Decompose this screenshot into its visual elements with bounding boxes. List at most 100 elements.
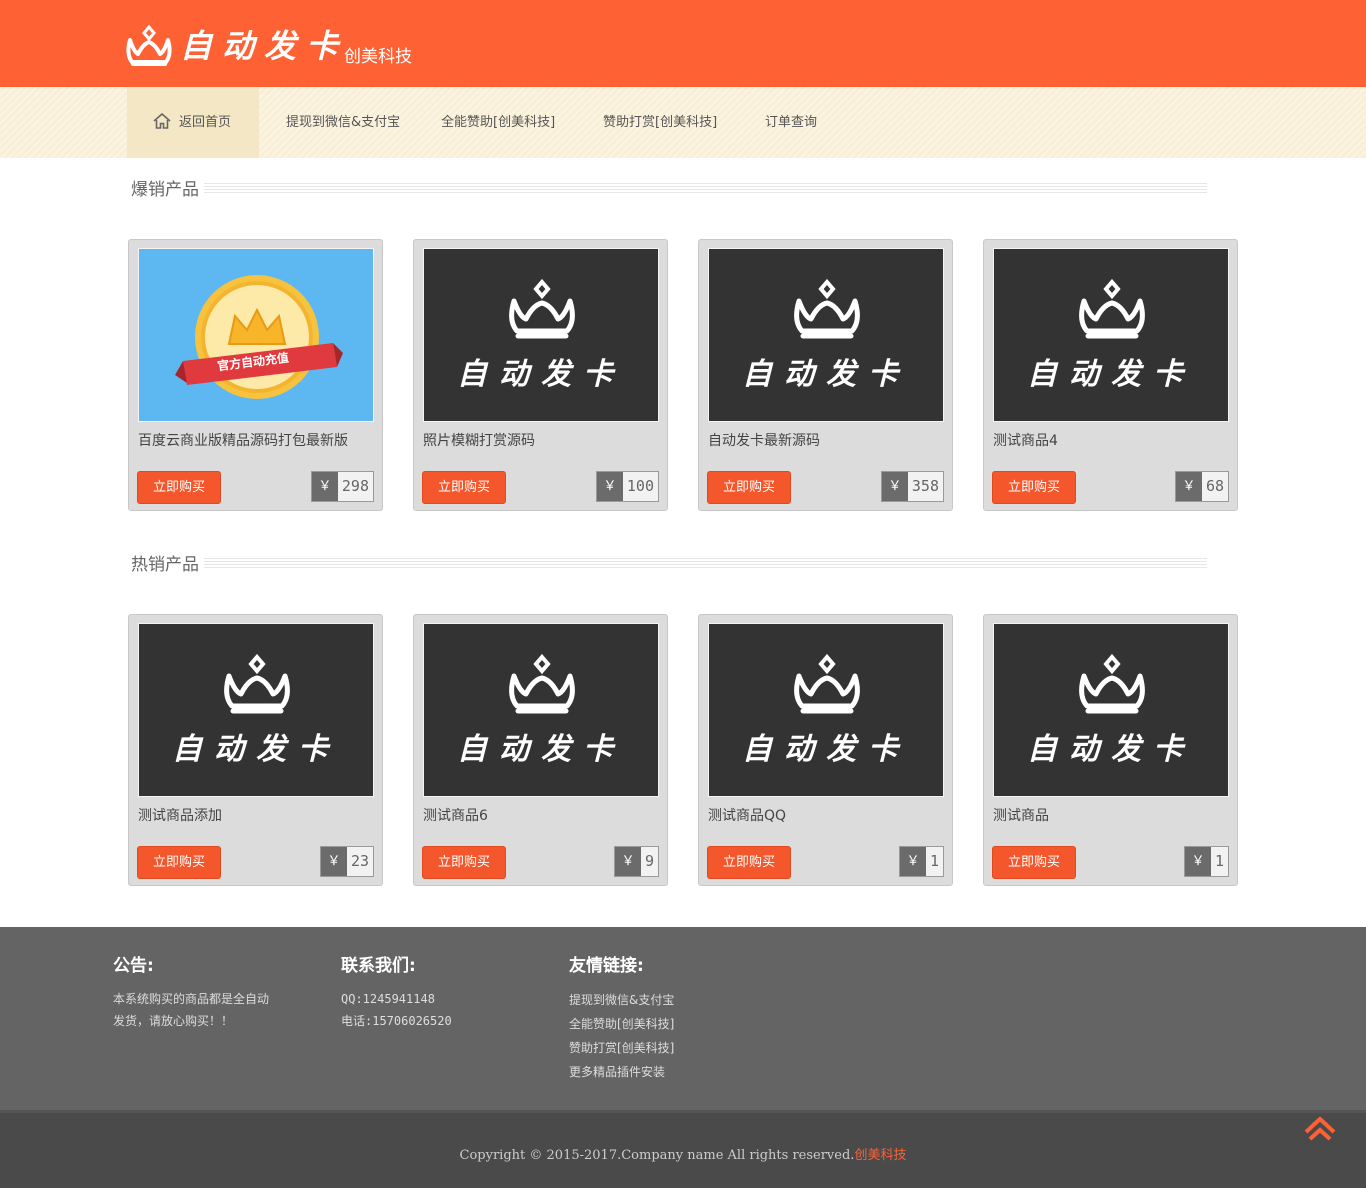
buy-now-button[interactable]: 立即购买 <box>137 471 221 504</box>
currency-symbol: ￥ <box>1175 472 1202 501</box>
logo-subtitle: 创美科技 <box>344 47 412 67</box>
footer-contact-title: 联系我们: <box>341 956 416 976</box>
price-value: 1 <box>925 847 943 876</box>
currency-symbol: ￥ <box>614 847 641 876</box>
logo-title: 自动发卡 <box>180 27 349 65</box>
copyright: Copyright © 2015-2017.Company name All r… <box>0 1144 1366 1163</box>
product-name[interactable]: 自动发卡最新源码 <box>708 430 820 450</box>
section-title-hot: 爆销产品 <box>131 180 199 200</box>
price-value: 1 <box>1210 847 1228 876</box>
product-card[interactable]: 自动发卡自动发卡最新源码立即购买 ￥ 358 <box>698 239 953 511</box>
product-image[interactable]: 自动发卡 <box>993 248 1229 422</box>
footer-link-sponsor-tip[interactable]: 赞助打赏[创美科技] <box>569 1036 674 1060</box>
footer-notice-line: 发货，请放心购买！！ <box>113 1014 234 1028</box>
price-tag: ￥ 298 <box>310 471 374 502</box>
product-image-caption: 自动发卡 <box>457 732 625 767</box>
currency-symbol: ￥ <box>320 847 347 876</box>
product-image[interactable]: 自动发卡 <box>708 248 944 422</box>
product-image[interactable]: 自动发卡 <box>138 623 374 797</box>
product-card[interactable]: 官方自动充值百度云商业版精品源码打包最新版立即购买 ￥ 298 <box>128 239 383 511</box>
currency-symbol: ￥ <box>311 472 338 501</box>
product-image[interactable]: 自动发卡 <box>423 623 659 797</box>
currency-symbol: ￥ <box>899 847 926 876</box>
price-value: 68 <box>1201 472 1228 501</box>
nav-item-label: 订单查询 <box>765 115 818 130</box>
price-value: 298 <box>337 472 373 501</box>
footer-contact: 联系我们: QQ:1245941148 电话:15706026520 <box>341 951 452 1032</box>
product-image-caption: 自动发卡 <box>457 357 625 392</box>
section-divider <box>204 183 1207 194</box>
price-value: 9 <box>640 847 658 876</box>
price-value: 23 <box>346 847 373 876</box>
price-value: 358 <box>907 472 943 501</box>
product-card[interactable]: 自动发卡照片模糊打赏源码立即购买 ￥ 100 <box>413 239 668 511</box>
product-name[interactable]: 测试商品 <box>993 805 1049 825</box>
currency-symbol: ￥ <box>881 472 908 501</box>
product-name[interactable]: 测试商品4 <box>993 430 1058 450</box>
back-to-top-icon[interactable] <box>1303 1114 1337 1142</box>
footer-qq: QQ:1245941148 <box>341 992 435 1006</box>
product-name[interactable]: 测试商品QQ <box>708 805 786 825</box>
crown-icon <box>794 279 860 339</box>
footer-notice: 公告: 本系统购买的商品都是全自动 发货，请放心购买！！ <box>113 951 269 1032</box>
footer-phone: 电话:15706026520 <box>341 1014 452 1028</box>
crown-icon <box>509 279 575 339</box>
product-card[interactable]: 自动发卡测试商品4 立即购买 ￥ 68 <box>983 239 1238 511</box>
buy-now-button[interactable]: 立即购买 <box>137 846 221 879</box>
price-tag: ￥ 68 <box>1174 471 1229 502</box>
product-image[interactable]: 自动发卡 <box>423 248 659 422</box>
buy-now-button[interactable]: 立即购买 <box>992 846 1076 879</box>
product-image[interactable]: 官方自动充值 <box>138 248 374 422</box>
site-footer: 公告: 本系统购买的商品都是全自动 发货，请放心购买！！ 联系我们: QQ:12… <box>0 927 1366 1110</box>
product-image-caption: 自动发卡 <box>1027 357 1195 392</box>
nav-item-withdraw[interactable]: 提现到微信&支付宝 <box>286 87 400 158</box>
product-image[interactable]: 自动发卡 <box>993 623 1229 797</box>
footer-link-withdraw[interactable]: 提现到微信&支付宝 <box>569 988 674 1012</box>
crown-icon <box>509 654 575 714</box>
nav-item-label: 全能赞助[创美科技] <box>441 115 556 130</box>
nav-item-order-query[interactable]: 订单查询 <box>765 87 817 158</box>
product-name[interactable]: 百度云商业版精品源码打包最新版 <box>138 430 348 450</box>
buy-now-button[interactable]: 立即购买 <box>707 846 791 879</box>
product-card[interactable]: 自动发卡测试商品添加立即购买 ￥ 23 <box>128 614 383 886</box>
nav-item-sponsor-all[interactable]: 全能赞助[创美科技] <box>441 87 555 158</box>
product-image[interactable]: 自动发卡 <box>708 623 944 797</box>
footer-links-title: 友情链接: <box>569 956 644 976</box>
price-tag: ￥ 1 <box>898 846 944 877</box>
copyright-brand-link[interactable]: 创美科技 <box>854 1148 906 1163</box>
footer-link-more-plugins[interactable]: 更多精品插件安装 <box>569 1060 674 1084</box>
buy-now-button[interactable]: 立即购买 <box>422 471 506 504</box>
crown-icon <box>1079 279 1145 339</box>
buy-now-button[interactable]: 立即购买 <box>422 846 506 879</box>
copyright-bar: Copyright © 2015-2017.Company name All r… <box>0 1110 1366 1188</box>
product-name[interactable]: 测试商品添加 <box>138 805 222 825</box>
nav-item-sponsor-tip[interactable]: 赞助打赏[创美科技] <box>603 87 717 158</box>
currency-symbol: ￥ <box>596 472 623 501</box>
buy-now-button[interactable]: 立即购买 <box>992 471 1076 504</box>
price-tag: ￥ 1 <box>1183 846 1229 877</box>
footer-link-sponsor-all[interactable]: 全能赞助[创美科技] <box>569 1012 674 1036</box>
nav-item-home[interactable]: 返回首页 <box>127 87 259 158</box>
nav-item-label: 赞助打赏[创美科技] <box>603 115 718 130</box>
crown-icon <box>1079 654 1145 714</box>
price-value: 100 <box>622 472 658 501</box>
crown-icon <box>794 654 860 714</box>
nav-item-label: 提现到微信&支付宝 <box>286 115 401 130</box>
price-tag: ￥ 358 <box>880 471 944 502</box>
site-logo[interactable]: 自动发卡 <box>126 20 348 68</box>
price-tag: ￥ 100 <box>595 471 659 502</box>
buy-now-button[interactable]: 立即购买 <box>707 471 791 504</box>
crown-icon <box>224 654 290 714</box>
section-divider <box>204 558 1207 569</box>
product-card[interactable]: 自动发卡测试商品立即购买 ￥ 1 <box>983 614 1238 886</box>
crown-icon <box>126 24 172 66</box>
product-image-caption: 自动发卡 <box>1027 732 1195 767</box>
product-name[interactable]: 照片模糊打赏源码 <box>423 430 535 450</box>
site-header: 自动发卡 创美科技 <box>0 0 1366 87</box>
product-image-caption: 自动发卡 <box>172 732 340 767</box>
product-image-caption: 自动发卡 <box>742 357 910 392</box>
product-card[interactable]: 自动发卡测试商品QQ 立即购买 ￥ 1 <box>698 614 953 886</box>
product-card[interactable]: 自动发卡测试商品6 立即购买 ￥ 9 <box>413 614 668 886</box>
footer-notice-line: 本系统购买的商品都是全自动 <box>113 992 270 1006</box>
product-name[interactable]: 测试商品6 <box>423 805 488 825</box>
